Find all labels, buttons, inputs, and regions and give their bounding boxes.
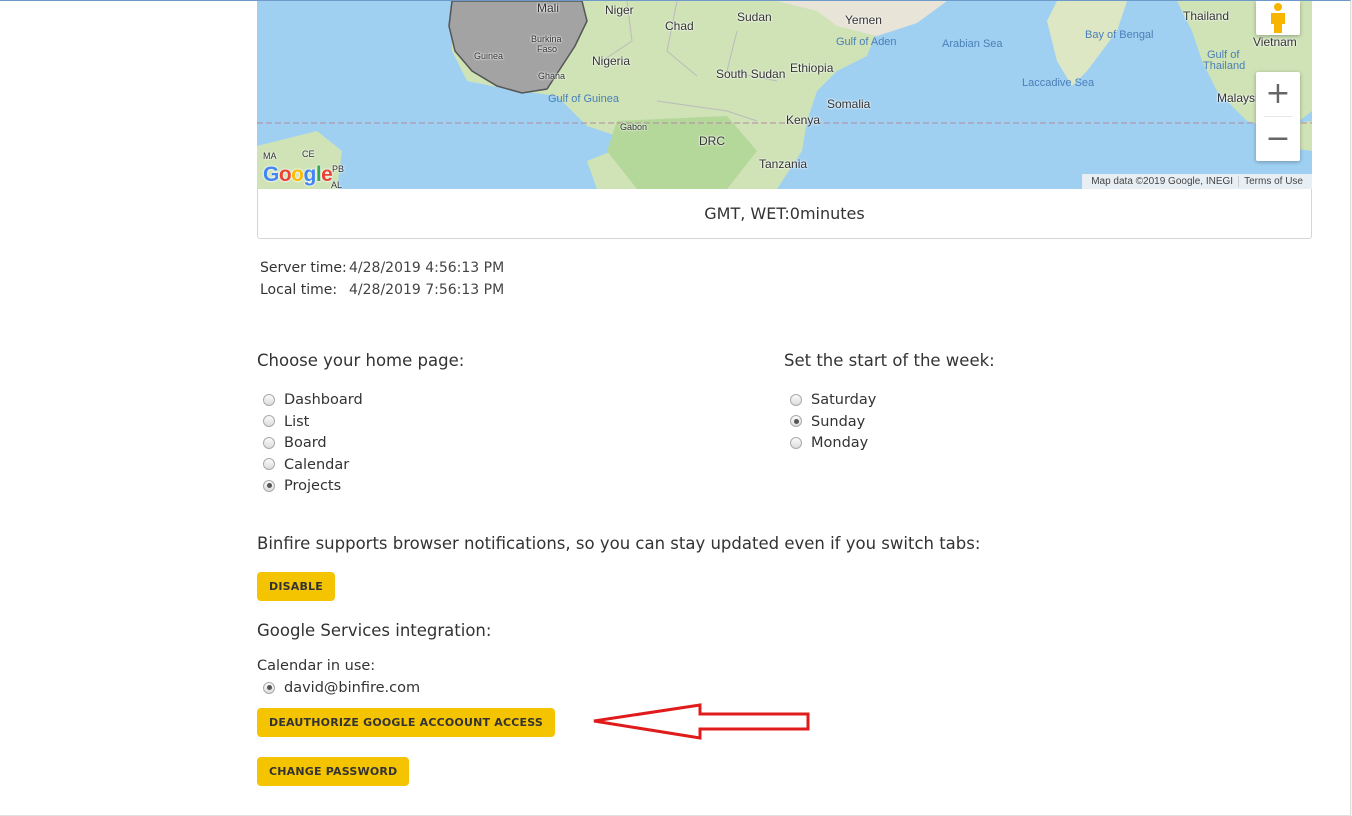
- google-logo-letter: e: [321, 163, 333, 186]
- week-start-heading: Set the start of the week:: [784, 351, 995, 370]
- map-label-pb: PB: [332, 164, 345, 174]
- map-label-drc: DRC: [699, 134, 725, 148]
- home-page-option-label: Board: [284, 435, 327, 451]
- map-label-faso: Faso: [537, 44, 558, 54]
- google-logo: Google: [263, 163, 333, 187]
- map-label-somalia: Somalia: [827, 97, 871, 111]
- home-page-option-label: Calendar: [284, 456, 350, 473]
- map-label-niger: Niger: [605, 3, 634, 17]
- map-label-laccadive: Laccadive Sea: [1022, 77, 1095, 89]
- zoom-out-button[interactable]: −: [1256, 117, 1300, 161]
- home-page-option-label: Projects: [284, 478, 342, 494]
- server-time-value: 4/28/2019 4:56:13 PM: [349, 260, 505, 276]
- home-page-heading: Choose your home page:: [257, 351, 465, 370]
- radio-button[interactable]: [790, 415, 802, 428]
- map-label-bay-bengal: Bay of Bengal: [1085, 29, 1154, 41]
- map-label-kenya: Kenya: [786, 113, 821, 127]
- radio-button[interactable]: [263, 393, 275, 406]
- google-logo-letter: G: [263, 163, 279, 186]
- radio-button[interactable]: [263, 681, 275, 694]
- map-label-south-sudan: South Sudan: [716, 67, 786, 81]
- calendar-account-email: david@binfire.com: [284, 680, 421, 696]
- week-start-option-saturday[interactable]: Saturday: [785, 390, 876, 412]
- week-start-option-label: Saturday: [811, 392, 877, 408]
- map-label-gulf-thailand-2: Thailand: [1203, 60, 1246, 72]
- time-info: Server time: 4/28/2019 4:56:13 PM Local t…: [260, 257, 504, 301]
- map-label-burkina: Burkina: [531, 34, 562, 44]
- google-logo-letter: o: [278, 163, 292, 186]
- notifications-text: Binfire supports browser notifications, …: [257, 534, 981, 553]
- zoom-in-button[interactable]: +: [1256, 72, 1300, 116]
- disable-notifications-button[interactable]: DISABLE: [257, 572, 335, 601]
- map-label-chad: Chad: [665, 19, 694, 33]
- map-label-nigeria: Nigeria: [592, 54, 631, 68]
- home-page-option-list[interactable]: List: [258, 412, 363, 434]
- change-password-button[interactable]: CHANGE PASSWORD: [257, 757, 410, 786]
- radio-button[interactable]: [263, 479, 275, 492]
- week-start-option-label: Monday: [811, 435, 869, 451]
- home-page-option-label: List: [284, 413, 310, 430]
- local-time-label: Local time:: [260, 282, 338, 298]
- pegman-icon[interactable]: [1256, 1, 1300, 35]
- radio-button[interactable]: [263, 415, 275, 428]
- home-page-option-board[interactable]: Board: [258, 433, 363, 455]
- map-label-gulf-guinea: Gulf of Guinea: [548, 93, 619, 105]
- map-label-tanzania: Tanzania: [759, 157, 808, 171]
- timezone-label: GMT, WET:0minutes: [704, 204, 865, 223]
- annotation-arrow-icon: [593, 703, 810, 740]
- timezone-map[interactable]: Mali Niger Chad Sudan Yemen Thailand Gul…: [257, 1, 1312, 189]
- home-page-option-dashboard[interactable]: Dashboard: [258, 390, 363, 412]
- map-label-ma: MA: [263, 151, 277, 161]
- home-page-options: Dashboard List Board Calendar Projects: [258, 390, 363, 498]
- google-logo-letter: o: [291, 163, 304, 186]
- map-label-arabian-sea: Arabian Sea: [942, 38, 1003, 50]
- zoom-control: + −: [1256, 72, 1300, 161]
- map-label-ce: CE: [302, 149, 315, 159]
- map-label-gabon: Gabon: [620, 122, 648, 132]
- radio-button[interactable]: [263, 436, 275, 449]
- map-data-credit: Map data ©2019 Google, INEGI: [1091, 176, 1234, 187]
- home-page-option-calendar[interactable]: Calendar: [258, 455, 363, 477]
- map-label-thailand: Thailand: [1183, 9, 1230, 23]
- calendar-account-option[interactable]: david@binfire.com: [258, 678, 420, 700]
- calendar-in-use-label: Calendar in use:: [257, 658, 376, 674]
- google-logo-letter: g: [303, 163, 317, 186]
- map-label-vietnam: Vietnam: [1253, 35, 1297, 49]
- week-start-options: Saturday Sunday Monday: [785, 390, 876, 455]
- map-label-gulf-aden: Gulf of Aden: [836, 36, 897, 48]
- radio-button[interactable]: [790, 393, 802, 406]
- map-label-mali: Mali: [537, 1, 560, 15]
- local-time-value: 4/28/2019 7:56:13 PM: [349, 282, 505, 298]
- map-label-guinea: Guinea: [474, 51, 504, 61]
- google-integration-heading: Google Services integration:: [257, 621, 492, 640]
- calendar-account-options: david@binfire.com: [258, 678, 420, 700]
- map-attribution: Map data ©2019 Google, INEGI Terms of Us…: [1082, 174, 1312, 189]
- home-page-option-label: Dashboard: [284, 392, 363, 408]
- server-time-label: Server time:: [260, 260, 347, 276]
- deauthorize-google-button[interactable]: DEAUTHORIZE GOOGLE ACCOOUNT ACCESS: [257, 708, 555, 737]
- map-label-al: AL: [331, 180, 343, 189]
- map-label-ethiopia: Ethiopia: [790, 61, 834, 75]
- map-label-sudan: Sudan: [737, 10, 772, 24]
- week-start-option-sunday[interactable]: Sunday: [785, 412, 876, 434]
- settings-page: Mali Niger Chad Sudan Yemen Thailand Gul…: [0, 0, 1351, 816]
- week-start-option-label: Sunday: [811, 413, 866, 430]
- timezone-display: GMT, WET:0minutes: [257, 189, 1312, 239]
- map-label-ghana: Ghana: [538, 71, 566, 81]
- radio-button[interactable]: [790, 436, 802, 449]
- radio-button[interactable]: [263, 458, 275, 471]
- map-label-yemen: Yemen: [845, 13, 882, 27]
- week-start-option-monday[interactable]: Monday: [785, 433, 876, 455]
- home-page-option-projects[interactable]: Projects: [258, 476, 363, 498]
- terms-of-use-link[interactable]: Terms of Use: [1238, 176, 1308, 187]
